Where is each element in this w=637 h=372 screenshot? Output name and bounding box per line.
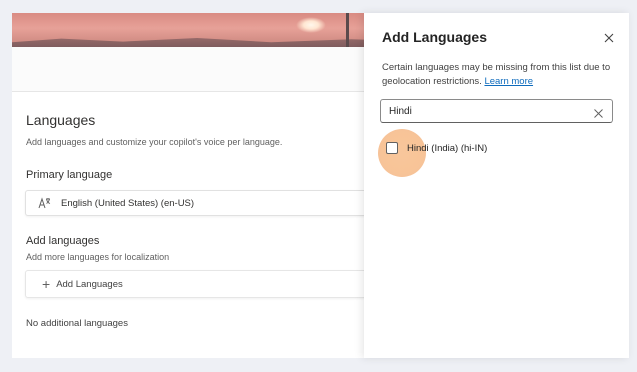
language-option[interactable]: Hindi (India) (hi-IN) [386,141,487,155]
add-languages-panel: Add Languages Certain languages may be m… [364,13,629,358]
close-icon[interactable] [602,31,616,45]
section-title: Languages [26,112,96,128]
pole-graphic [346,13,349,47]
empty-languages-text: No additional languages [26,318,128,329]
language-search-field[interactable] [380,99,613,123]
primary-language-field[interactable]: English (United States) (en-US) [25,190,370,216]
language-option-label: Hindi (India) (hi-IN) [407,142,488,154]
add-languages-label: Add languages [26,235,100,247]
translate-icon [38,197,51,209]
panel-description: Certain languages may be missing from th… [382,61,622,89]
add-languages-description: Add more languages for localization [26,252,170,262]
plus-icon: + [42,276,51,292]
search-input[interactable] [381,105,581,117]
add-languages-button-label: Add Languages [56,278,123,290]
section-description: Add languages and customize your copilot… [26,137,283,147]
panel-title: Add Languages [382,29,488,45]
language-checkbox[interactable] [386,142,398,154]
add-languages-button[interactable]: + Add Languages [25,270,370,298]
learn-more-link[interactable]: Learn more [484,76,533,87]
primary-language-value: English (United States) (en-US) [61,197,195,209]
primary-language-label: Primary language [26,169,113,181]
clear-search-icon[interactable] [593,106,604,118]
sun-graphic [296,17,326,33]
